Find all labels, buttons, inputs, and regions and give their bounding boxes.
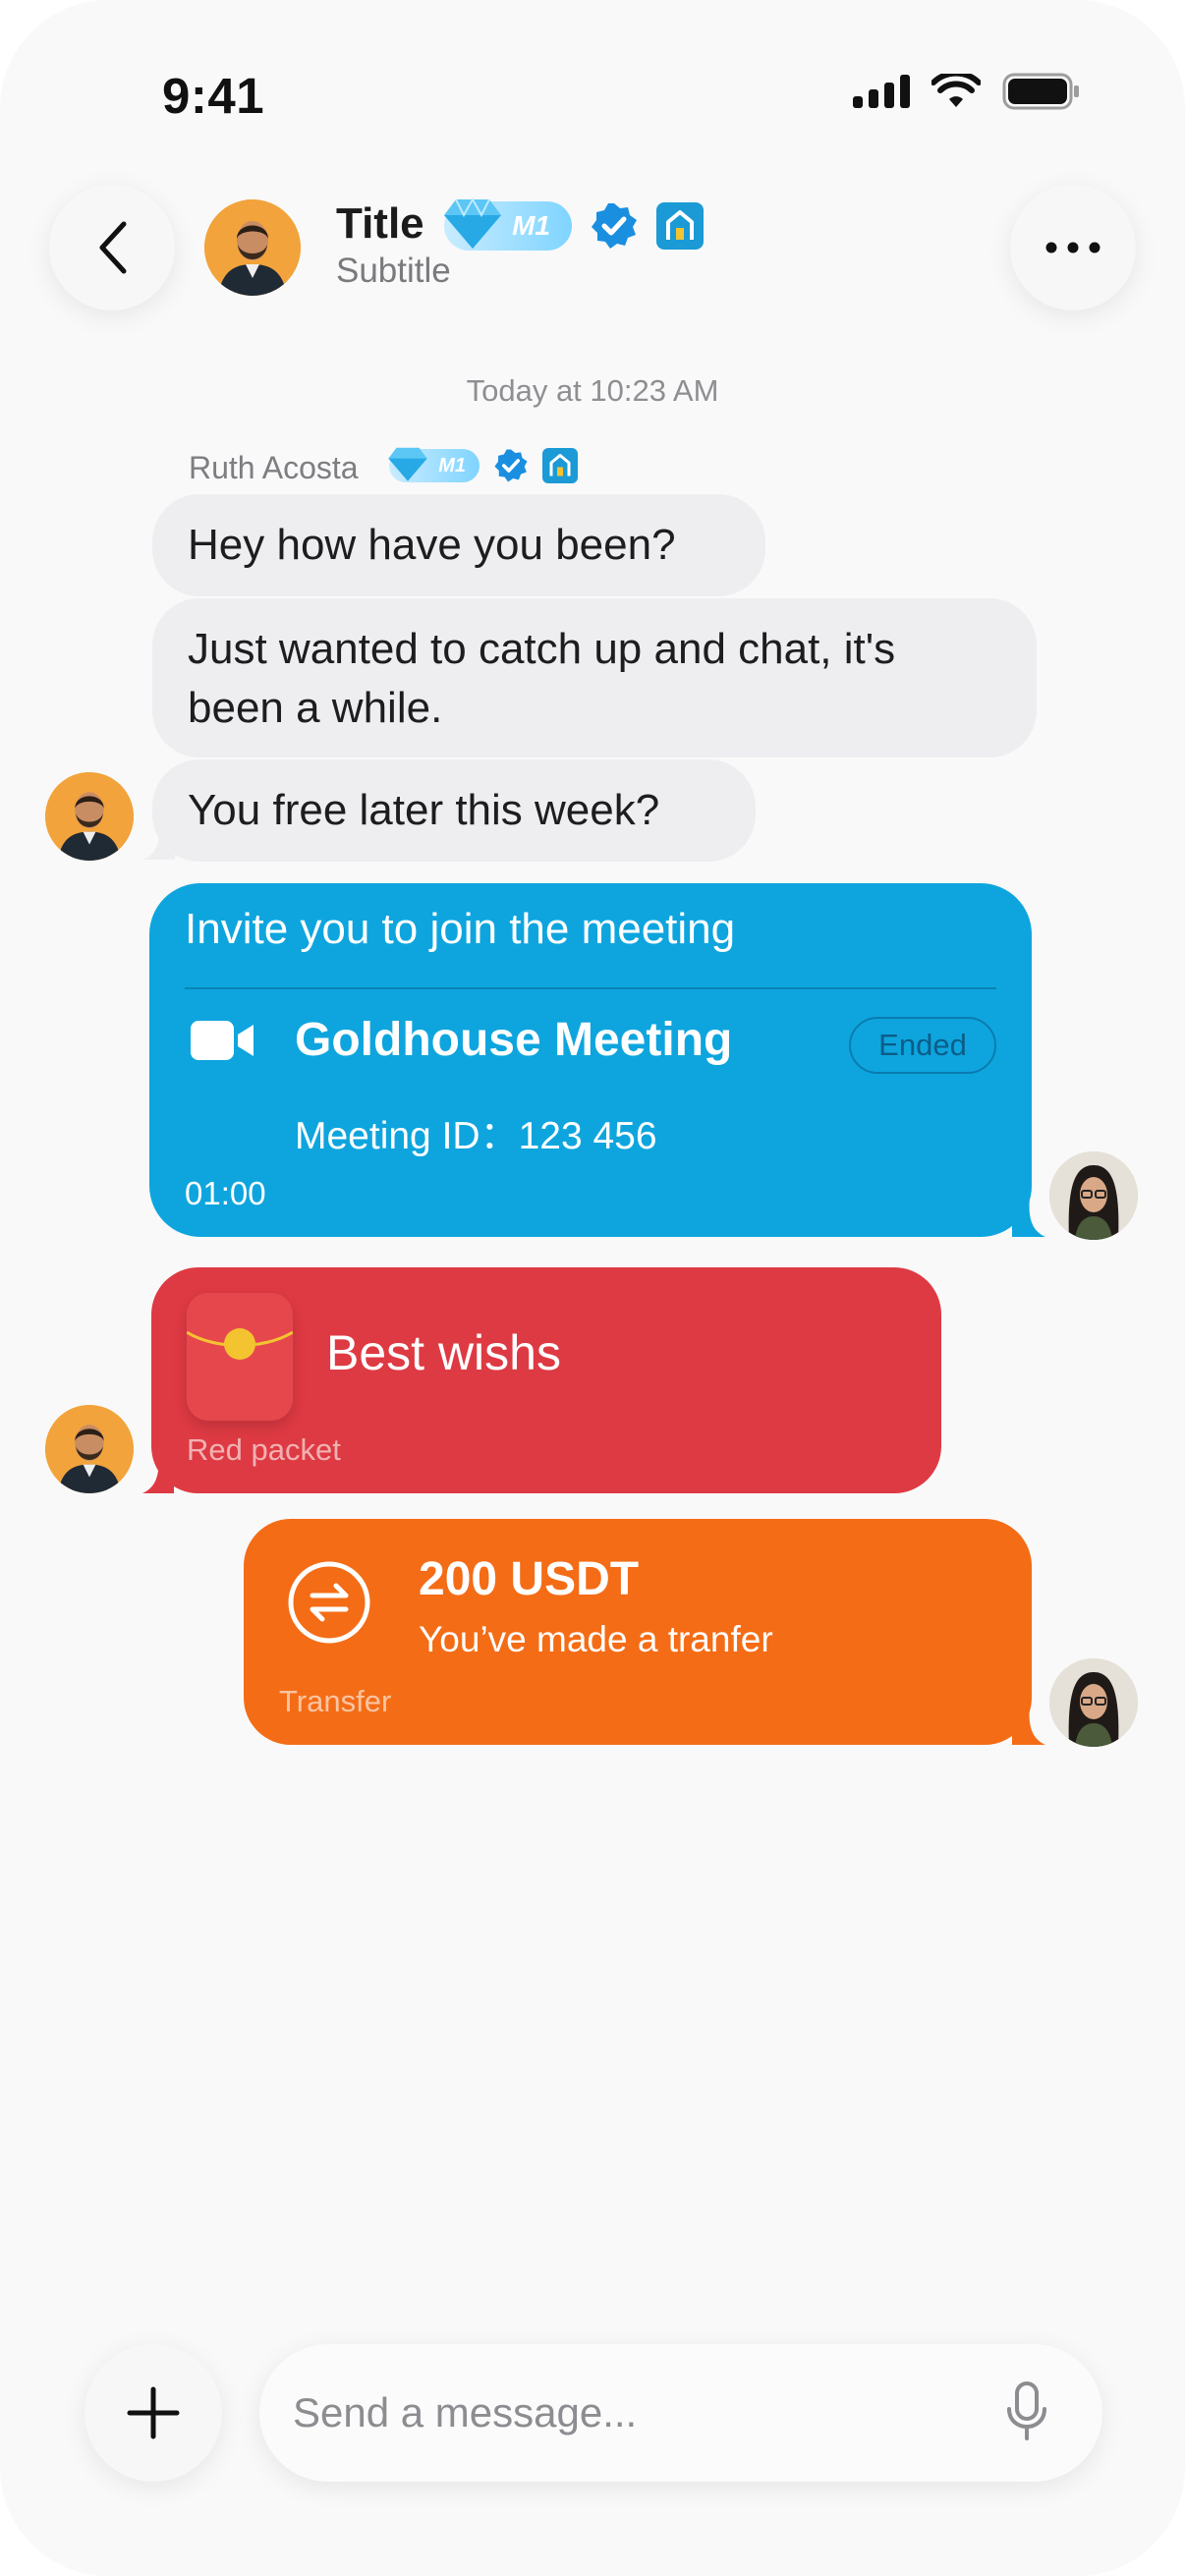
woman-portrait-icon <box>1049 1658 1138 1747</box>
battery-icon <box>1002 73 1079 110</box>
home-badge-icon <box>656 202 704 250</box>
chat-screen: 9:41 Title Subtitle M1 Today at 10:23 AM… <box>0 0 1185 2576</box>
status-icons <box>853 73 1081 110</box>
divider <box>185 987 996 989</box>
message-input[interactable] <box>293 2381 961 2444</box>
attach-button[interactable] <box>85 2344 222 2482</box>
message-bubble[interactable]: You free later this week? <box>152 759 756 862</box>
back-chevron-icon <box>99 221 127 274</box>
sender-badges: M1 <box>388 447 578 483</box>
sender-avatar[interactable] <box>45 1405 134 1493</box>
sender-name: Ruth Acosta <box>189 450 359 485</box>
chat-subtitle: Subtitle <box>336 252 451 290</box>
red-packet-title: Best wishs <box>326 1325 561 1380</box>
transfer-card[interactable]: 200 USDT You’ve made a tranfer Transfer <box>244 1519 1032 1745</box>
level-badge-label: M1 <box>512 210 550 241</box>
meeting-name: Goldhouse Meeting <box>295 1014 733 1066</box>
red-envelope-icon <box>187 1293 293 1421</box>
contact-avatar[interactable] <box>204 199 301 296</box>
transfer-amount: 200 USDT <box>419 1553 640 1605</box>
man-portrait-icon <box>204 199 301 296</box>
status-time: 9:41 <box>162 68 265 124</box>
message-bubble[interactable]: Just wanted to catch up and chat, it's b… <box>152 598 1037 757</box>
meeting-duration: 01:00 <box>185 1175 266 1211</box>
message-bubble[interactable]: Hey how have you been? <box>152 494 765 596</box>
microphone-icon[interactable] <box>1006 2381 1047 2442</box>
bubble-tail <box>1012 1198 1045 1237</box>
meeting-status-badge: Ended <box>849 1017 996 1074</box>
video-camera-icon <box>191 1021 254 1060</box>
sender-avatar[interactable] <box>45 772 134 861</box>
sender-level-badge-label: M1 <box>438 454 466 476</box>
transfer-label: Transfer <box>279 1684 392 1718</box>
level-badge: M1 <box>444 196 572 251</box>
message-composer <box>259 2344 1102 2482</box>
more-dots-icon <box>1045 242 1100 253</box>
cellular-signal-icon <box>853 75 910 108</box>
gem-icon <box>444 196 501 249</box>
verified-icon <box>494 449 528 482</box>
woman-portrait-icon <box>1049 1151 1138 1240</box>
my-avatar[interactable] <box>1049 1151 1138 1240</box>
header-badges: M1 <box>444 196 704 251</box>
meeting-invite-text: Invite you to join the meeting <box>185 905 736 953</box>
gem-icon <box>388 447 427 481</box>
bubble-tail <box>1012 1706 1045 1745</box>
plus-icon <box>127 2386 180 2439</box>
man-portrait-icon <box>45 772 134 861</box>
red-packet-card[interactable]: Best wishs Red packet <box>151 1267 941 1493</box>
meeting-id: Meeting ID：123 456 <box>295 1115 657 1157</box>
transfer-description: You’ve made a tranfer <box>419 1619 773 1659</box>
back-button[interactable] <box>49 185 175 310</box>
transfer-arrows-icon <box>288 1561 370 1644</box>
home-badge-icon <box>542 448 578 483</box>
more-options-button[interactable] <box>1010 185 1136 310</box>
my-avatar[interactable] <box>1049 1658 1138 1747</box>
meeting-invite-card[interactable]: Invite you to join the meeting Goldhouse… <box>149 883 1032 1237</box>
man-portrait-icon <box>45 1405 134 1493</box>
red-packet-label: Red packet <box>187 1432 341 1467</box>
sender-level-badge: M1 <box>388 447 480 482</box>
wifi-icon <box>931 74 981 107</box>
verified-icon <box>592 203 637 249</box>
chat-title: Title <box>336 199 424 248</box>
bubble-tail <box>142 1454 174 1493</box>
chat-timestamp: Today at 10:23 AM <box>466 373 719 408</box>
